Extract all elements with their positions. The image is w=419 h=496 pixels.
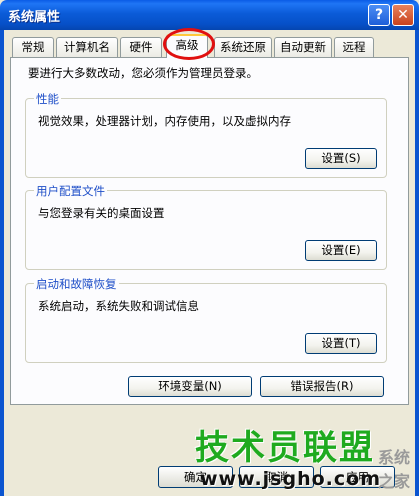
error-reporting-button[interactable]: 错误报告(R)	[260, 376, 384, 397]
watermark-site-name: 技术员联盟	[195, 428, 375, 468]
user-profiles-description: 与您登录有关的桌面设置	[38, 206, 165, 220]
user-profiles-settings-button[interactable]: 设置(E)	[305, 240, 377, 261]
performance-group-title: 性能	[34, 91, 61, 107]
advanced-tab-panel: 要进行大多数改动，您必须作为管理员登录。 性能 视觉效果，处理器计划，内存使用，…	[10, 57, 409, 405]
performance-settings-button[interactable]: 设置(S)	[305, 148, 377, 169]
question-icon: ?	[374, 7, 384, 23]
window-title: 系统属性	[8, 10, 61, 25]
watermark-url: www.jsgho.com	[200, 468, 381, 490]
watermark-small-text: 系统之家	[378, 448, 411, 491]
tab-automatic-updates[interactable]: 自动更新	[274, 37, 332, 57]
tab-advanced[interactable]: 高级	[166, 34, 208, 58]
startup-recovery-group-title: 启动和故障恢复	[34, 276, 119, 292]
user-profiles-group-title: 用户配置文件	[34, 183, 107, 199]
window-frame-left	[0, 30, 4, 496]
startup-recovery-description: 系统启动，系统失败和调试信息	[38, 299, 199, 313]
performance-description: 视觉效果，处理器计划，内存使用，以及虚拟内存	[38, 114, 291, 128]
help-button[interactable]: ?	[368, 4, 390, 26]
tab-computer-name[interactable]: 计算机名	[56, 37, 118, 57]
close-icon: ✕	[397, 7, 409, 23]
tab-remote[interactable]: 远程	[334, 37, 374, 57]
tab-system-restore[interactable]: 系统还原	[214, 37, 272, 57]
window-frame-right	[415, 30, 419, 496]
performance-group: 性能 视觉效果，处理器计划，内存使用，以及虚拟内存 设置(S)	[25, 91, 387, 178]
admin-notice: 要进行大多数改动，您必须作为管理员登录。	[28, 66, 258, 80]
title-bar: 系统属性 ? ✕	[0, 0, 419, 30]
tab-general[interactable]: 常规	[12, 37, 54, 57]
close-button[interactable]: ✕	[392, 4, 414, 26]
startup-recovery-settings-button[interactable]: 设置(T)	[305, 333, 377, 354]
tab-hardware[interactable]: 硬件	[120, 37, 162, 57]
startup-recovery-group: 启动和故障恢复 系统启动，系统失败和调试信息 设置(T)	[25, 276, 387, 363]
environment-variables-button[interactable]: 环境变量(N)	[128, 376, 252, 397]
user-profiles-group: 用户配置文件 与您登录有关的桌面设置 设置(E)	[25, 183, 387, 270]
